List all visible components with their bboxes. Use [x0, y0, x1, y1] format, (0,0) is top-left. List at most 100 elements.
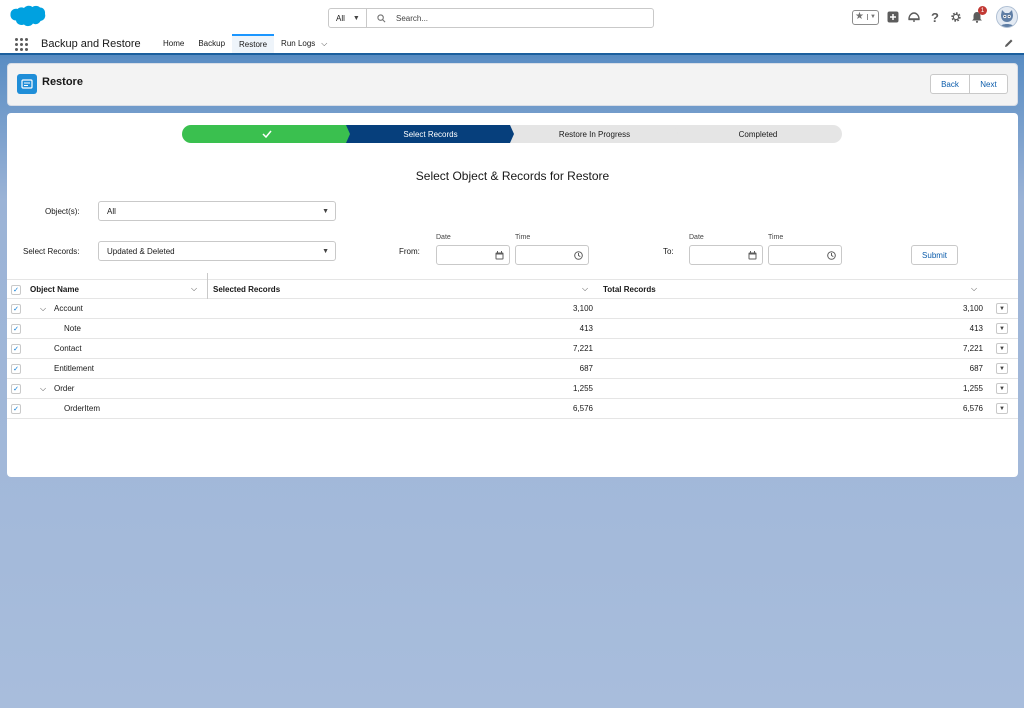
search-input[interactable]: [396, 13, 636, 23]
trailhead-guidance-icon[interactable]: [908, 11, 920, 23]
calendar-icon[interactable]: [748, 251, 757, 260]
select-records-value: Updated & Deleted: [107, 246, 175, 256]
path-step-select-records[interactable]: Select Records: [346, 125, 515, 143]
row-checkbox[interactable]: ✓: [11, 324, 21, 334]
path-step-complete[interactable]: [182, 125, 351, 143]
to-time-input[interactable]: [768, 245, 842, 265]
next-button[interactable]: Next: [970, 74, 1008, 94]
nav-tabs: Home Backup Restore Run Logs ⌵: [156, 34, 334, 53]
table-row[interactable]: ✓ OrderItem 6,576 6,576 ▼: [7, 399, 1018, 419]
records-tree-grid: ✓ Object Name ⌵ Selected Records ⌵ Total…: [7, 273, 1018, 419]
favorites-button[interactable]: ★ ▼: [852, 9, 879, 25]
chevron-down-icon[interactable]: ⌵: [971, 284, 977, 294]
row-action-menu-icon[interactable]: ▼: [996, 303, 1008, 314]
table-row[interactable]: ✓ Note 413 413 ▼: [7, 319, 1018, 339]
help-icon[interactable]: ?: [929, 11, 941, 24]
page-header: Restore Back Next: [7, 63, 1018, 106]
salesforce-logo[interactable]: [9, 4, 46, 30]
tab-home[interactable]: Home: [156, 34, 191, 53]
table-header-row: ✓ Object Name ⌵ Selected Records ⌵ Total…: [7, 273, 1018, 299]
global-search: All ▼: [328, 8, 654, 28]
from-time-label: Time: [515, 234, 531, 241]
user-avatar[interactable]: [996, 6, 1018, 28]
checkmark-icon: [262, 130, 272, 138]
from-time-input[interactable]: [515, 245, 589, 265]
calendar-icon[interactable]: [495, 251, 504, 260]
search-scope-select[interactable]: All ▼: [329, 9, 367, 27]
object-name-cell: OrderItem: [64, 404, 101, 413]
row-action-menu-icon[interactable]: ▼: [996, 343, 1008, 354]
row-checkbox[interactable]: ✓: [11, 344, 21, 354]
edit-nav-pencil-icon[interactable]: [1004, 38, 1014, 48]
star-icon: ★: [855, 11, 864, 22]
tab-restore[interactable]: Restore: [232, 34, 275, 53]
row-action-menu-icon[interactable]: ▼: [996, 323, 1008, 334]
total-records-cell: 3,100: [962, 304, 983, 313]
select-records-label: Select Records:: [23, 247, 80, 256]
column-header-total-records[interactable]: Total Records: [603, 280, 656, 299]
column-divider[interactable]: [207, 273, 208, 299]
header-utility-icons: ★ ▼ ? 1: [852, 6, 1018, 28]
restore-card: Select Records Restore In Progress Compl…: [7, 113, 1018, 477]
submit-button[interactable]: Submit: [911, 245, 958, 265]
tab-backup[interactable]: Backup: [191, 34, 232, 53]
table-row[interactable]: ✓ Entitlement 687 687 ▼: [7, 359, 1018, 379]
clock-icon[interactable]: [827, 251, 836, 260]
search-icon: [377, 13, 386, 22]
selected-records-cell: 413: [579, 324, 593, 333]
row-action-menu-icon[interactable]: ▼: [996, 363, 1008, 374]
total-records-cell: 1,255: [962, 384, 983, 393]
total-records-cell: 687: [969, 364, 983, 373]
objects-select[interactable]: All ▼: [98, 201, 336, 221]
back-button[interactable]: Back: [930, 74, 970, 94]
chevron-down-icon[interactable]: ⌵: [191, 284, 197, 294]
app-launcher-icon[interactable]: [15, 38, 28, 51]
chevron-down-icon[interactable]: ⌵: [321, 39, 327, 49]
row-checkbox[interactable]: ✓: [11, 384, 21, 394]
object-name-cell: Note: [64, 324, 81, 333]
row-checkbox[interactable]: ✓: [11, 404, 21, 414]
clock-icon[interactable]: [574, 251, 583, 260]
total-records-cell: 6,576: [962, 404, 983, 413]
table-row[interactable]: ✓ ⌵ Account 3,100 3,100 ▼: [7, 299, 1018, 319]
tab-run-logs-label: Run Logs: [281, 39, 316, 48]
global-actions-icon[interactable]: [887, 11, 899, 23]
from-date-input[interactable]: [436, 245, 510, 265]
row-action-menu-icon[interactable]: ▼: [996, 403, 1008, 414]
to-date-input[interactable]: [689, 245, 763, 265]
page-title: Restore: [42, 76, 83, 88]
caret-down-icon: ▼: [352, 14, 360, 22]
row-action-menu-icon[interactable]: ▼: [996, 383, 1008, 394]
selected-records-cell: 3,100: [572, 304, 593, 313]
app-name: Backup and Restore: [41, 38, 141, 50]
expand-chevron-icon[interactable]: ⌵: [40, 379, 46, 398]
expand-chevron-icon[interactable]: ⌵: [40, 299, 46, 318]
table-row[interactable]: ✓ Contact 7,221 7,221 ▼: [7, 339, 1018, 359]
notification-count-badge: 1: [978, 6, 987, 15]
column-header-selected-records[interactable]: Selected Records: [213, 280, 280, 299]
page-header-buttons: Back Next: [930, 74, 1008, 94]
row-checkbox[interactable]: ✓: [11, 304, 21, 314]
restore-progress-path: Select Records Restore In Progress Compl…: [182, 125, 842, 143]
search-field: [367, 9, 653, 27]
caret-down-icon: ▼: [322, 208, 329, 215]
objects-label: Object(s):: [45, 207, 80, 216]
selected-records-cell: 687: [579, 364, 593, 373]
table-row[interactable]: ✓ ⌵ Order 1,255 1,255 ▼: [7, 379, 1018, 399]
app-navigation-bar: Backup and Restore Home Backup Restore R…: [0, 34, 1024, 55]
select-all-checkbox[interactable]: ✓: [11, 285, 21, 295]
tab-run-logs[interactable]: Run Logs ⌵: [274, 34, 334, 53]
total-records-cell: 7,221: [962, 344, 983, 353]
notifications-bell-icon[interactable]: 1: [971, 6, 987, 23]
caret-down-icon: ▼: [322, 248, 329, 255]
column-header-object-name[interactable]: Object Name: [30, 280, 79, 299]
from-date-label: Date: [436, 234, 451, 241]
path-step-completed[interactable]: Completed: [674, 125, 842, 143]
row-checkbox[interactable]: ✓: [11, 364, 21, 374]
gear-icon[interactable]: [950, 11, 962, 23]
caret-down-icon[interactable]: ▼: [867, 14, 876, 20]
to-time-label: Time: [768, 234, 784, 241]
chevron-down-icon[interactable]: ⌵: [582, 284, 588, 294]
path-step-restore-in-progress[interactable]: Restore In Progress: [510, 125, 679, 143]
select-records-select[interactable]: Updated & Deleted ▼: [98, 241, 336, 261]
